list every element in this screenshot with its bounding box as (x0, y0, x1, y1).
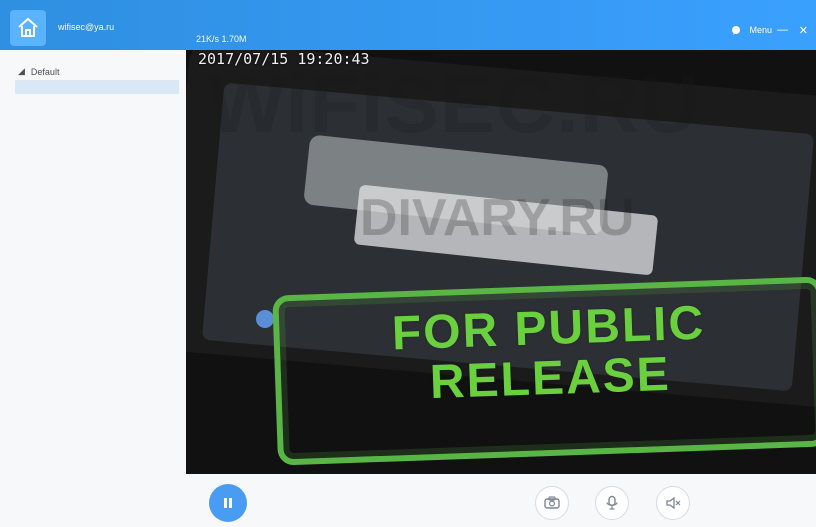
public-release-stamp: FOR PUBLIC RELEASE (272, 276, 816, 466)
speed-label: 21K/s 1.70M (196, 34, 247, 44)
title-bar: wifisec@ya.ru 21K/s 1.70M Menu — ✕ (0, 0, 816, 50)
speaker-mute-icon (666, 496, 681, 510)
watermark-primary: WiFiSEC.RU (208, 59, 701, 150)
close-label: ✕ (798, 25, 808, 37)
snapshot-button[interactable] (535, 486, 569, 520)
pause-button[interactable] (209, 484, 247, 522)
device-sidebar (0, 50, 186, 527)
minimize-button[interactable]: — (777, 24, 788, 36)
device-group-label: Default (30, 66, 60, 77)
menu-label: Menu (749, 25, 772, 35)
control-bar (186, 474, 816, 527)
camera-icon (544, 496, 560, 509)
device-group[interactable]: ◢ Default (18, 66, 59, 77)
menu-button[interactable]: Menu (731, 25, 772, 35)
stamp-text: FOR PUBLIC RELEASE (279, 295, 816, 414)
home-button[interactable] (10, 10, 46, 46)
account-label: wifisec@ya.ru (58, 22, 115, 32)
selected-device-row[interactable] (15, 80, 179, 94)
watermark-secondary: DIVARY.RU (360, 189, 635, 247)
overlay-play-icon (256, 310, 274, 328)
chat-icon (732, 26, 741, 35)
home-icon (18, 17, 38, 37)
close-button[interactable]: ✕ (799, 24, 808, 37)
pause-icon (224, 498, 232, 508)
microphone-button[interactable] (595, 486, 629, 520)
speaker-button[interactable] (656, 486, 690, 520)
video-timestamp: 2017/07/15 19:20:43 (198, 50, 370, 68)
microphone-icon (606, 495, 618, 510)
minimize-label: — (777, 24, 788, 36)
collapse-icon: ◢ (18, 66, 25, 76)
